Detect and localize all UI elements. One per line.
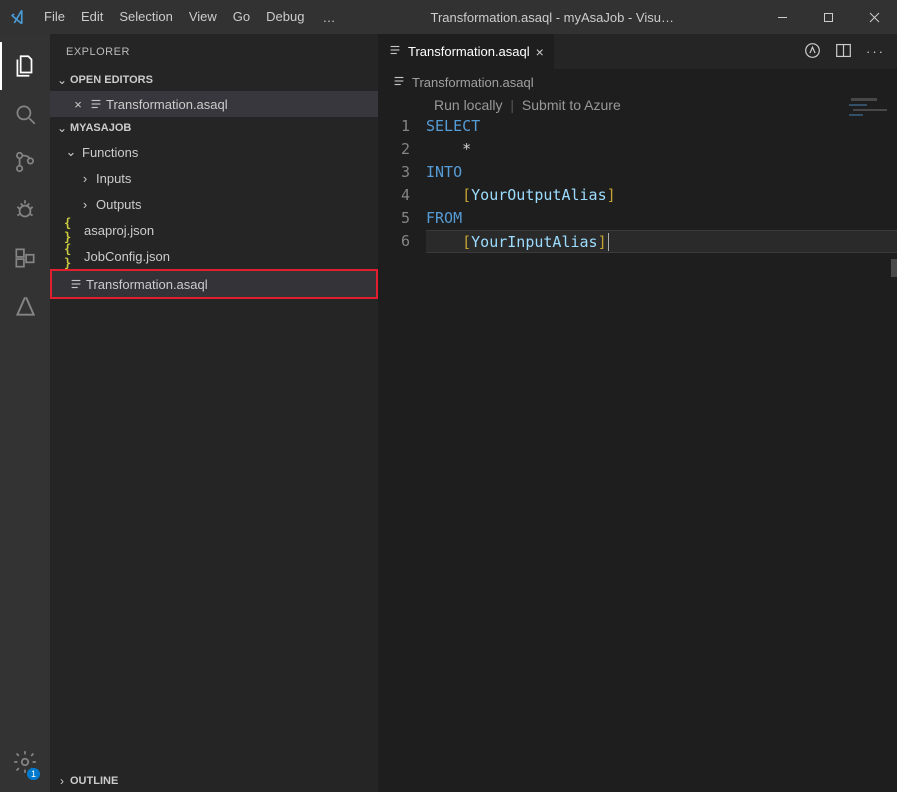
titlebar: File Edit Selection View Go Debug … Tran… — [0, 0, 897, 34]
tree-folder-inputs[interactable]: › Inputs — [50, 165, 378, 191]
chevron-down-icon: ⌄ — [54, 121, 70, 135]
tree-label: Transformation.asaql — [86, 277, 208, 292]
tree-label: Outputs — [92, 197, 142, 212]
close-tab-icon[interactable]: × — [536, 44, 544, 60]
split-editor-icon[interactable] — [835, 42, 852, 62]
scrollbar-marker — [891, 259, 897, 277]
tree-file-asaproj[interactable]: { } asaproj.json — [50, 217, 378, 243]
chevron-down-icon: ⌄ — [64, 144, 78, 160]
outline-label: OUTLINE — [70, 775, 118, 787]
code-editor[interactable]: 1 2 3 4 5 6 SELECT * INTO [YourOutputAli… — [378, 115, 897, 253]
window-controls — [759, 0, 897, 34]
file-lines-icon — [388, 43, 402, 60]
tree-file-transformation[interactable]: Transformation.asaql — [50, 269, 378, 299]
codelens-row: Run locally | Submit to Azure — [378, 95, 897, 115]
workspace-label: MYASAJOB — [70, 122, 131, 134]
tree-label: Inputs — [92, 171, 131, 186]
file-lines-icon — [66, 277, 86, 291]
activity-azure-icon[interactable] — [0, 282, 50, 330]
vscode-logo-icon — [0, 8, 36, 26]
open-editors-header[interactable]: ⌄ OPEN EDITORS — [50, 69, 378, 91]
chevron-right-icon: › — [78, 171, 92, 186]
chevron-right-icon: › — [54, 774, 70, 788]
activity-explorer-icon[interactable] — [0, 42, 50, 90]
tree-label: JobConfig.json — [84, 249, 170, 264]
explorer-title: EXPLORER — [50, 34, 378, 69]
chevron-right-icon: › — [78, 197, 92, 212]
tree-file-jobconfig[interactable]: { } JobConfig.json — [50, 243, 378, 269]
explorer-panel: EXPLORER ⌄ OPEN EDITORS × Transformation… — [50, 34, 378, 792]
activity-debug-icon[interactable] — [0, 186, 50, 234]
minimize-button[interactable] — [759, 0, 805, 34]
editor-tabs: Transformation.asaql × ··· — [378, 34, 897, 69]
close-editor-icon[interactable]: × — [70, 97, 86, 112]
file-lines-icon — [392, 74, 406, 91]
chevron-down-icon: ⌄ — [54, 73, 70, 87]
window-title: Transformation.asaql - myAsaJob - Visu… — [345, 10, 759, 25]
menu-selection[interactable]: Selection — [111, 0, 180, 34]
menu-file[interactable]: File — [36, 0, 73, 34]
settings-badge: 1 — [27, 768, 40, 780]
tree-label: asaproj.json — [84, 223, 154, 238]
menu-view[interactable]: View — [181, 0, 225, 34]
open-editor-name: Transformation.asaql — [106, 97, 228, 112]
codelens-submit-azure[interactable]: Submit to Azure — [522, 97, 621, 113]
maximize-button[interactable] — [805, 0, 851, 34]
tree-folder-outputs[interactable]: › Outputs — [50, 191, 378, 217]
line-number-gutter: 1 2 3 4 5 6 — [378, 115, 426, 253]
menubar: File Edit Selection View Go Debug — [36, 0, 312, 34]
more-actions-icon[interactable]: ··· — [866, 44, 885, 59]
file-lines-icon — [86, 97, 106, 111]
open-editor-item[interactable]: × Transformation.asaql — [50, 91, 378, 117]
codelens-run-locally[interactable]: Run locally — [434, 97, 502, 113]
activity-search-icon[interactable] — [0, 90, 50, 138]
menu-edit[interactable]: Edit — [73, 0, 111, 34]
menu-overflow[interactable]: … — [312, 10, 345, 25]
json-icon: { } — [64, 216, 84, 244]
open-editors-label: OPEN EDITORS — [70, 74, 153, 86]
breadcrumb-item: Transformation.asaql — [412, 75, 534, 90]
activity-settings-icon[interactable]: 1 — [0, 738, 50, 786]
tree-folder-functions[interactable]: ⌄ Functions — [50, 139, 378, 165]
editor-group: Transformation.asaql × ··· Transformatio… — [378, 34, 897, 792]
activity-bar: 1 — [0, 34, 50, 792]
codelens-separator: | — [510, 97, 514, 113]
tab-title: Transformation.asaql — [408, 44, 530, 59]
code-lines[interactable]: SELECT * INTO [YourOutputAlias] FROM [Yo… — [426, 115, 897, 253]
activity-source-control-icon[interactable] — [0, 138, 50, 186]
json-icon: { } — [64, 242, 84, 270]
workspace-header[interactable]: ⌄ MYASAJOB — [50, 117, 378, 139]
editor-tab[interactable]: Transformation.asaql × — [378, 34, 555, 69]
tree-label: Functions — [78, 145, 138, 160]
close-button[interactable] — [851, 0, 897, 34]
menu-go[interactable]: Go — [225, 0, 258, 34]
compile-icon[interactable] — [804, 42, 821, 62]
activity-extensions-icon[interactable] — [0, 234, 50, 282]
minimap[interactable] — [847, 96, 897, 146]
menu-debug[interactable]: Debug — [258, 0, 312, 34]
breadcrumb[interactable]: Transformation.asaql — [378, 69, 897, 95]
outline-header[interactable]: › OUTLINE — [50, 770, 378, 792]
